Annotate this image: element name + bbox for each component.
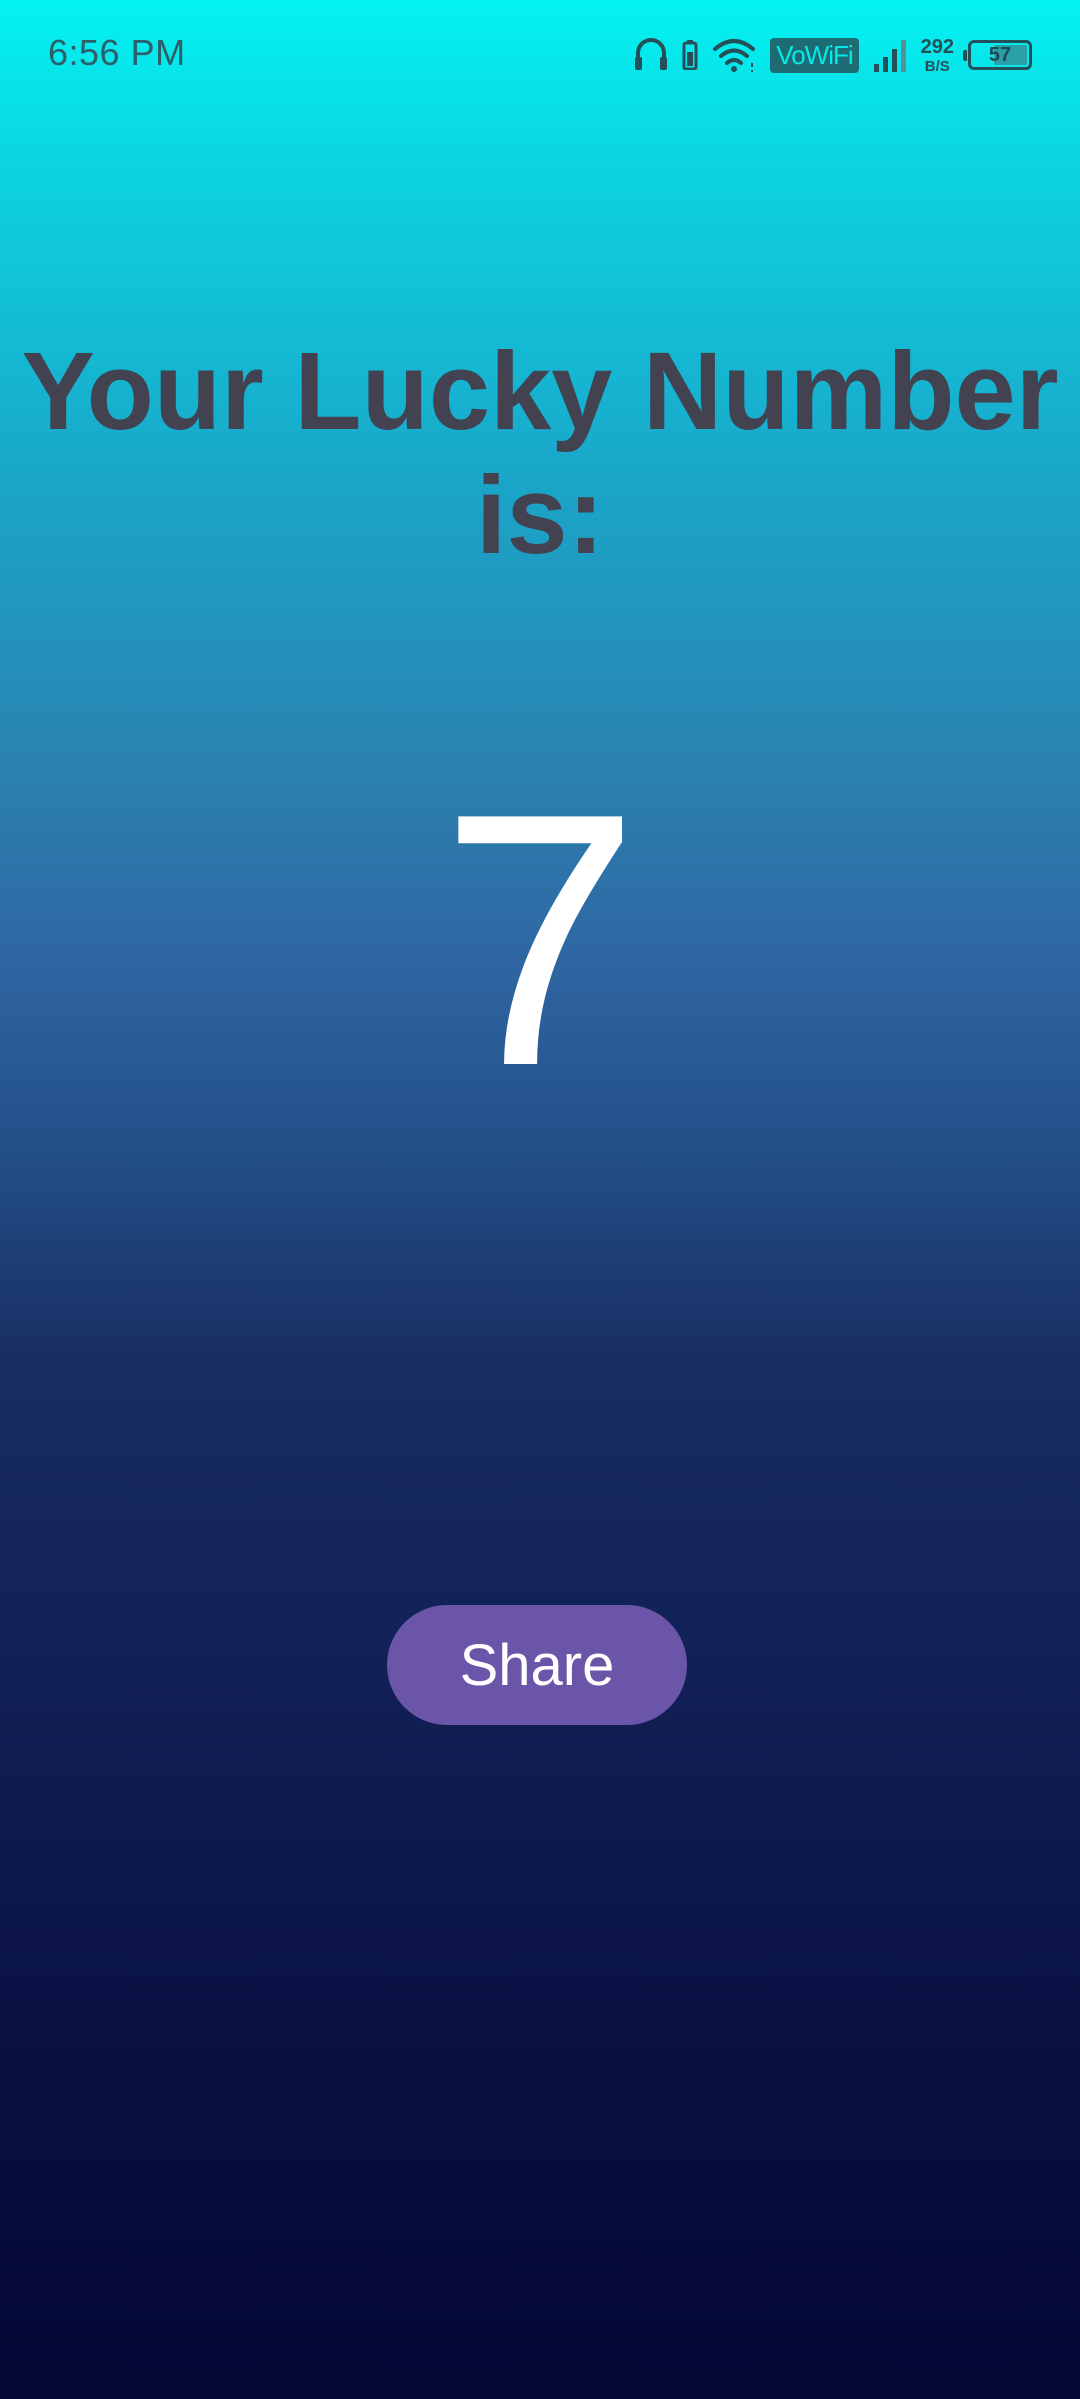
share-button[interactable]: Share xyxy=(387,1605,687,1725)
status-bar: 6:56 PM VoWiFi 292 B/S 57 xyxy=(0,0,1080,110)
status-icons: VoWiFi 292 B/S 57 xyxy=(634,30,1032,80)
cellular-signal-icon xyxy=(873,38,907,72)
network-speed: 292 B/S xyxy=(921,37,954,74)
network-speed-unit: B/S xyxy=(924,57,950,75)
vowifi-badge: VoWiFi xyxy=(770,37,859,73)
page-title: Your Lucky Number is: xyxy=(21,330,1059,577)
battery-icon: 57 xyxy=(963,40,1032,70)
status-time: 6:56 PM xyxy=(48,32,186,73)
network-speed-value: 292 xyxy=(920,35,954,58)
battery-level: 57 xyxy=(988,43,1012,66)
headphones-icon xyxy=(634,37,668,73)
wifi-icon xyxy=(712,37,756,73)
phone-battery-icon xyxy=(682,40,698,70)
lucky-number: 7 xyxy=(439,739,641,1141)
app-screen: 6:56 PM VoWiFi 292 B/S 57 Your Lucky Num… xyxy=(0,0,1080,2399)
